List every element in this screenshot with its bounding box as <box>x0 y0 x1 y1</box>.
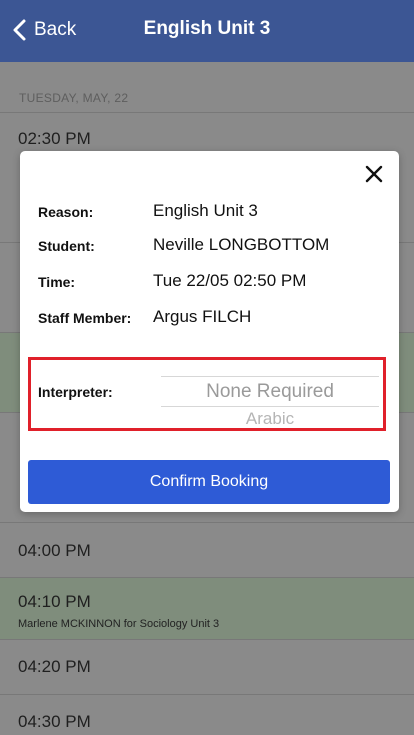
interpreter-label: Interpreter: <box>38 384 113 400</box>
confirm-booking-button[interactable]: Confirm Booking <box>28 460 390 504</box>
timeslot-time: 04:00 PM <box>18 541 91 560</box>
nav-bar: Back English Unit 3 <box>0 0 414 62</box>
time-value: Tue 22/05 02:50 PM <box>153 271 307 290</box>
picker-divider <box>161 376 379 377</box>
staff-row: Staff Member: Argus FILCH <box>38 307 389 331</box>
timeslot-time: 02:30 PM <box>18 129 91 148</box>
staff-label: Staff Member: <box>38 310 132 326</box>
student-value: Neville LONGBOTTOM <box>153 235 330 254</box>
student-label: Student: <box>38 238 95 254</box>
timeslot-time: 04:20 PM <box>18 657 91 676</box>
timeslot-time: 04:10 PM <box>18 592 91 611</box>
timeslot-time: 04:30 PM <box>18 712 91 731</box>
interpreter-picker[interactable]: None Required Arabic <box>161 376 379 430</box>
timeslot-booking-detail: Marlene MCKINNON for Sociology Unit 3 <box>18 618 220 630</box>
close-icon[interactable] <box>363 163 385 185</box>
interpreter-option[interactable]: Arabic <box>161 409 379 429</box>
reason-value: English Unit 3 <box>153 201 258 220</box>
booking-modal: Reason: English Unit 3 Student: Neville … <box>20 151 399 512</box>
timeslot-row[interactable]: 04:30 PM <box>0 694 414 735</box>
time-label: Time: <box>38 274 76 290</box>
picker-divider <box>161 406 379 407</box>
page-title: English Unit 3 <box>143 18 271 39</box>
timeslot-row[interactable]: 04:20 PM <box>0 639 414 695</box>
interpreter-option-selected[interactable]: None Required <box>161 381 379 403</box>
reason-row: Reason: English Unit 3 <box>38 201 389 225</box>
timeslot-row[interactable]: 04:00 PM <box>0 522 414 578</box>
student-row: Student: Neville LONGBOTTOM <box>38 235 389 259</box>
date-header: TUESDAY, MAY, 22 <box>19 91 129 105</box>
staff-value: Argus FILCH <box>153 307 252 326</box>
time-row: Time: Tue 22/05 02:50 PM <box>38 271 389 295</box>
reason-label: Reason: <box>38 204 94 220</box>
timeslot-row[interactable]: 04:10 PM Marlene MCKINNON for Sociology … <box>0 577 414 640</box>
